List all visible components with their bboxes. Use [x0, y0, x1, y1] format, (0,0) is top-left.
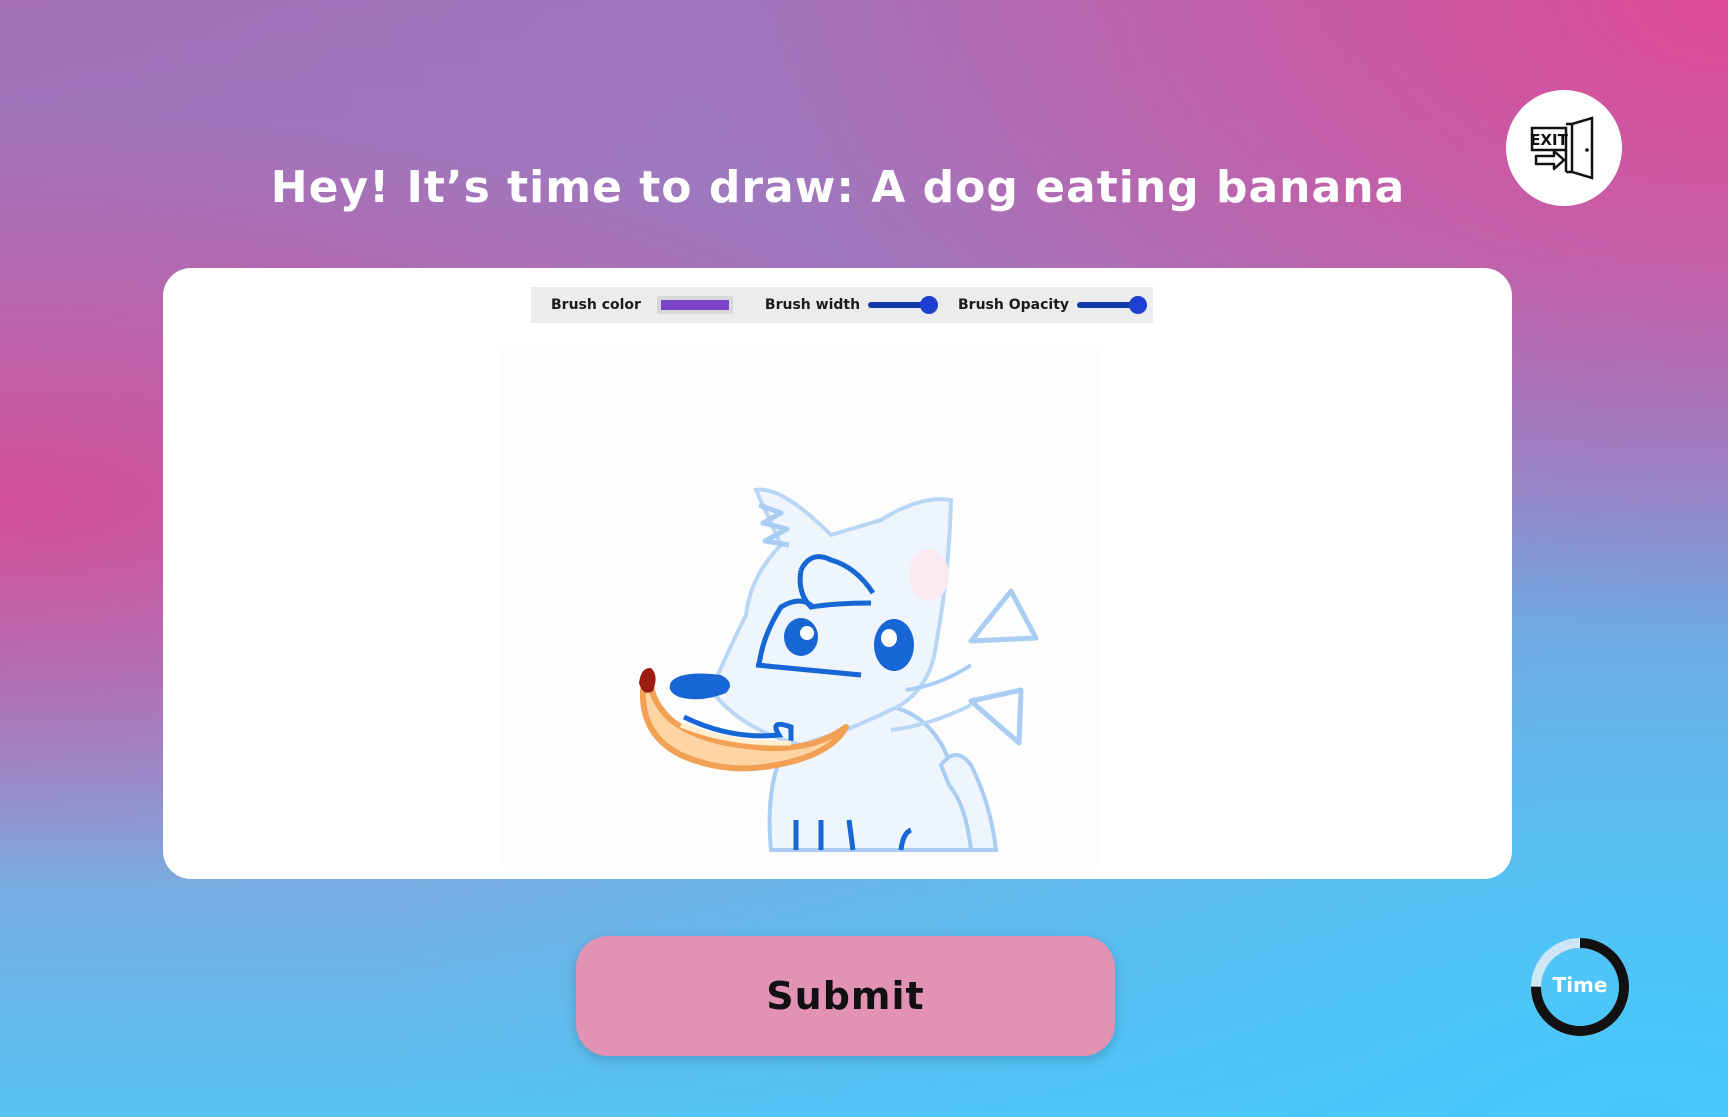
brush-color-label: Brush color [551, 297, 641, 313]
drawing-canvas[interactable] [501, 345, 1101, 865]
exit-button[interactable]: EXIT [1506, 90, 1622, 206]
brush-color-swatch [660, 300, 729, 310]
submit-button[interactable]: Submit [576, 936, 1115, 1056]
slider-thumb[interactable] [1129, 296, 1148, 314]
brush-opacity-label: Brush Opacity [958, 297, 1070, 313]
page-title: Hey! It’s time to draw: A dog eating ban… [270, 162, 1406, 213]
svg-text:EXIT: EXIT [1530, 131, 1568, 149]
exit-door-icon: EXIT [1530, 116, 1594, 180]
brush-width-label: Brush width [764, 297, 861, 313]
brush-width-slider[interactable] [868, 296, 944, 314]
brush-opacity-slider[interactable] [1077, 296, 1153, 314]
dog-drawing [639, 487, 1039, 852]
slider-thumb[interactable] [920, 296, 939, 314]
drawing-game-screen: Hey! It’s time to draw: A dog eating ban… [0, 0, 1728, 1117]
drawing-canvas-card: Brush color Brush width Brush Opacity [163, 268, 1512, 879]
brush-color-picker[interactable] [656, 296, 733, 314]
countdown-timer: Time [1528, 935, 1632, 1039]
brush-toolbar: Brush color Brush width Brush Opacity [531, 287, 1153, 323]
timer-label: Time [1552, 973, 1608, 997]
